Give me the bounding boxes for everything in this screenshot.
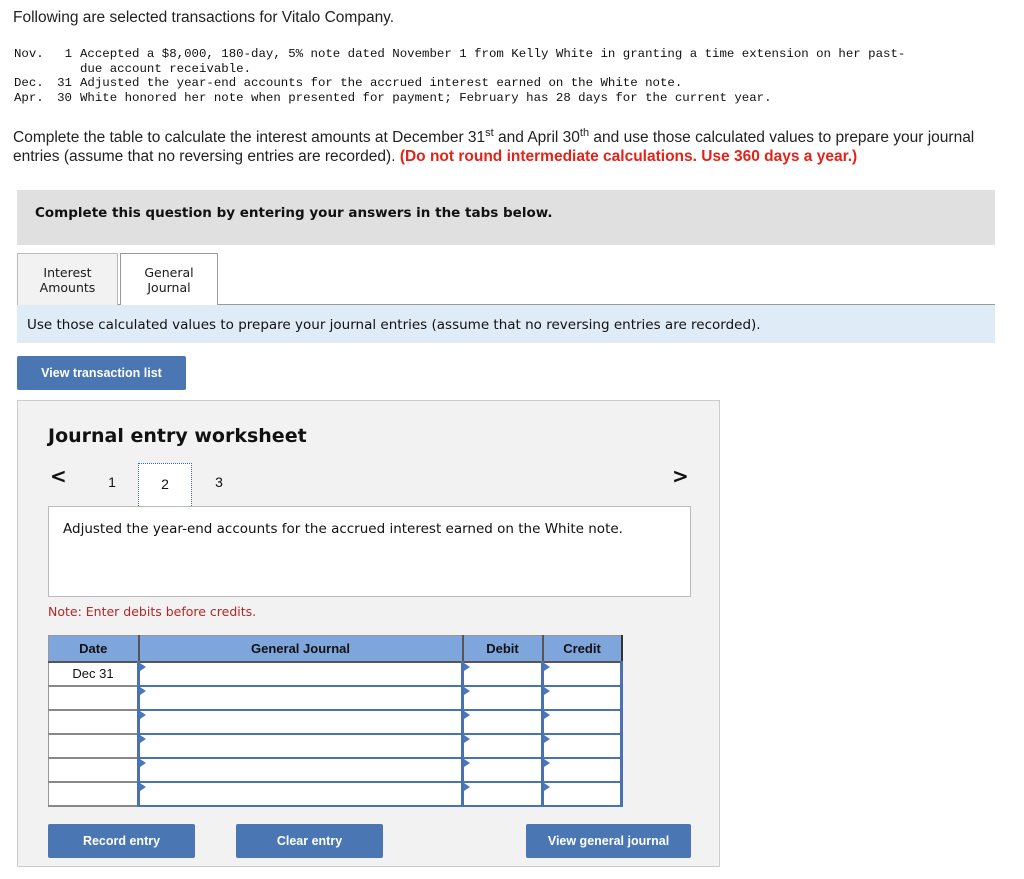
journal-row <box>48 684 623 711</box>
header-credit: Credit <box>541 635 623 663</box>
debit-input[interactable] <box>461 684 544 711</box>
dropdown-flag-icon <box>544 662 550 671</box>
transaction-row: Dec. 31 Adjusted the year-end accounts f… <box>14 76 1020 91</box>
chevron-left-icon[interactable]: < <box>50 464 67 488</box>
record-entry-button[interactable]: Record entry <box>48 824 195 858</box>
credit-input[interactable] <box>541 780 623 807</box>
transaction-description-continuation: due account receivable. <box>80 61 252 76</box>
chevron-right-icon[interactable]: > <box>672 464 689 488</box>
transaction-month: Apr. <box>14 90 44 105</box>
rounding-warning: (Do not round intermediate calculations.… <box>399 148 858 166</box>
account-input[interactable] <box>137 708 464 735</box>
page-2-current[interactable]: 2 <box>138 463 192 510</box>
view-transaction-list-button[interactable]: View transaction list <box>17 356 186 390</box>
dropdown-flag-icon <box>464 734 470 743</box>
account-input[interactable] <box>137 660 464 687</box>
clear-entry-button[interactable]: Clear entry <box>236 824 383 858</box>
page-1[interactable]: 1 <box>85 463 139 507</box>
journal-row <box>48 732 623 759</box>
debit-input[interactable] <box>461 732 544 759</box>
transaction-day: 31 <box>57 76 72 90</box>
transaction-day: 30 <box>57 90 72 105</box>
journal-row <box>48 756 623 783</box>
entry-pager: < 1 2 3 > <box>18 459 719 510</box>
dropdown-flag-icon <box>140 734 146 743</box>
transaction-row-continuation: due account receivable. <box>14 62 1020 77</box>
date-cell: Dec 31 <box>48 660 140 687</box>
debit-input[interactable] <box>461 756 544 783</box>
question-instructions: Complete the table to calculate the inte… <box>13 127 975 166</box>
date-cell <box>48 756 140 783</box>
header-date: Date <box>48 635 140 663</box>
journal-header-row: Date General Journal Debit Credit <box>48 635 623 663</box>
transaction-description: Adjusted the year-end accounts for the a… <box>80 76 683 90</box>
debit-input[interactable] <box>461 708 544 735</box>
journal-row: Dec 31 <box>48 660 623 687</box>
date-cell <box>48 780 140 807</box>
journal-row <box>48 780 623 807</box>
dropdown-flag-icon <box>140 686 146 695</box>
credit-input[interactable] <box>541 732 623 759</box>
credit-input[interactable] <box>541 756 623 783</box>
date-cell <box>48 732 140 759</box>
debits-note: Note: Enter debits before credits. <box>48 604 257 619</box>
dropdown-flag-icon <box>140 710 146 719</box>
dropdown-flag-icon <box>140 758 146 767</box>
dropdown-flag-icon <box>464 686 470 695</box>
header-debit: Debit <box>461 635 544 663</box>
credit-input[interactable] <box>541 684 623 711</box>
page-3[interactable]: 3 <box>192 463 246 507</box>
credit-input[interactable] <box>541 708 623 735</box>
tab-interest-amounts[interactable]: Interest Amounts <box>17 253 118 305</box>
journal-row <box>48 708 623 735</box>
tab-instruction: Use those calculated values to prepare y… <box>17 305 995 343</box>
view-general-journal-button[interactable]: View general journal <box>526 824 691 858</box>
answer-tabs: Interest Amounts General Journal <box>17 253 995 306</box>
dropdown-flag-icon <box>140 662 146 671</box>
instructions-banner: Complete this question by entering your … <box>17 190 995 245</box>
transaction-list: Nov. 1 Accepted a $8,000, 180-day, 5% no… <box>14 47 1020 105</box>
date-cell <box>48 708 140 735</box>
credit-input[interactable] <box>541 660 623 687</box>
dropdown-flag-icon <box>544 782 550 791</box>
transaction-row: Nov. 1 Accepted a $8,000, 180-day, 5% no… <box>14 47 1020 62</box>
dropdown-flag-icon <box>544 686 550 695</box>
debit-input[interactable] <box>461 660 544 687</box>
dropdown-flag-icon <box>544 734 550 743</box>
account-input[interactable] <box>137 780 464 807</box>
dropdown-flag-icon <box>140 782 146 791</box>
debit-input[interactable] <box>461 780 544 807</box>
transaction-month: Dec. <box>14 76 44 90</box>
journal-table: Date General Journal Debit Credit Dec 31 <box>48 635 623 807</box>
banner-text: Complete this question by entering your … <box>35 205 553 221</box>
header-general-journal: General Journal <box>137 635 464 663</box>
dropdown-flag-icon <box>544 758 550 767</box>
transaction-description: White honored her note when presented fo… <box>80 90 772 105</box>
account-input[interactable] <box>137 756 464 783</box>
dropdown-flag-icon <box>464 710 470 719</box>
journal-entry-worksheet: Journal entry worksheet < 1 2 3 > Adjust… <box>17 400 720 867</box>
entry-description: Adjusted the year-end accounts for the a… <box>48 506 691 597</box>
transaction-row: Apr. 30 White honored her note when pres… <box>14 91 1020 106</box>
date-cell <box>48 684 140 711</box>
transaction-month: Nov. <box>14 47 44 61</box>
dropdown-flag-icon <box>464 662 470 671</box>
dropdown-flag-icon <box>464 758 470 767</box>
account-input[interactable] <box>137 732 464 759</box>
transaction-description: Accepted a $8,000, 180-day, 5% note date… <box>80 47 906 61</box>
account-input[interactable] <box>137 684 464 711</box>
worksheet-title: Journal entry worksheet <box>48 425 307 447</box>
tab-general-journal[interactable]: General Journal <box>120 253 218 306</box>
problem-intro: Following are selected transactions for … <box>13 9 395 26</box>
dropdown-flag-icon <box>464 782 470 791</box>
dropdown-flag-icon <box>544 710 550 719</box>
transaction-day: 1 <box>64 47 72 61</box>
